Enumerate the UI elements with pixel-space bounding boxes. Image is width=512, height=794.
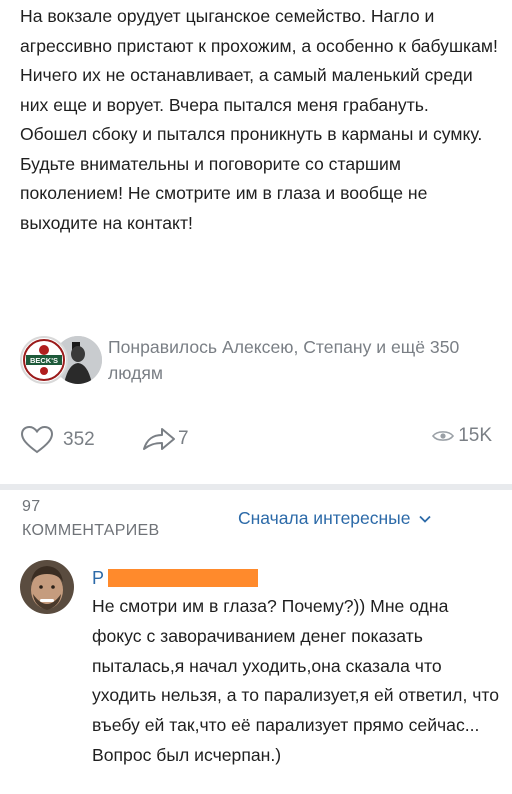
- comment-author-avatar[interactable]: [20, 560, 74, 614]
- comments-count: 97: [22, 498, 41, 515]
- liker-avatar-1[interactable]: BECK'S: [20, 336, 68, 384]
- post-actions: 352 7 15K: [20, 425, 492, 465]
- svg-text:BECK'S: BECK'S: [30, 356, 58, 365]
- comment-author[interactable]: Р: [92, 567, 259, 588]
- share-count: 7: [178, 428, 189, 449]
- liked-by-row[interactable]: BECK'S Понравилось Алексею, Степану и ещ…: [20, 334, 500, 390]
- author-initial: Р: [92, 567, 105, 588]
- post-text: На вокзале орудует цыганское семейство. …: [20, 6, 498, 233]
- eye-icon: [432, 431, 455, 441]
- heart-icon: [20, 425, 54, 454]
- share-icon: [143, 428, 175, 450]
- section-divider: [0, 484, 512, 490]
- view-count: 15K: [458, 425, 492, 446]
- comment-text: Не смотри им в глаза? Почему?)) Мне одна…: [92, 596, 500, 765]
- like-button[interactable]: 352: [20, 425, 95, 455]
- views-counter: 15K: [432, 425, 492, 447]
- sort-label: Сначала интересные: [238, 508, 411, 528]
- person-photo-icon: [20, 560, 74, 614]
- comments-label: КОММЕНТАРИЕВ: [22, 522, 160, 539]
- becks-logo-icon: BECK'S: [23, 339, 65, 381]
- chevron-down-icon: [418, 515, 431, 523]
- share-button[interactable]: 7: [142, 425, 189, 453]
- liked-by-text[interactable]: Понравилось Алексею, Степану и ещё 350 л…: [108, 334, 468, 386]
- like-count: 352: [63, 429, 95, 450]
- comments-sort-dropdown[interactable]: Сначала интересные: [238, 508, 431, 529]
- author-name-redaction: [108, 569, 259, 587]
